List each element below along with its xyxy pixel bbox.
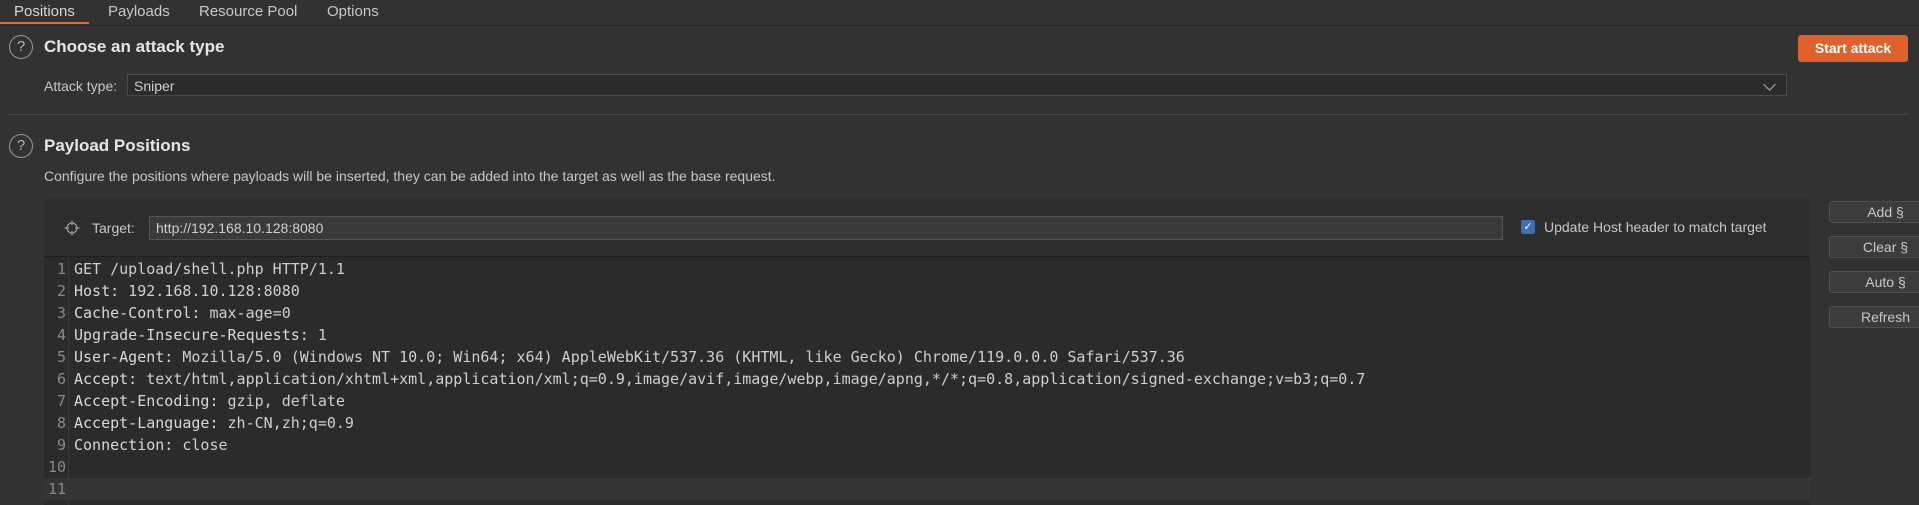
- update-host-label[interactable]: Update Host header to match target: [1544, 219, 1767, 235]
- header-value: close: [173, 436, 228, 454]
- section-divider: [8, 114, 1908, 115]
- header-value: gzip, deflate: [218, 392, 345, 410]
- auto-markers-button[interactable]: Auto §: [1829, 271, 1919, 293]
- payload-positions-description: Configure the positions where payloads w…: [44, 168, 776, 184]
- line-number: 5: [56, 348, 66, 366]
- start-attack-button[interactable]: Start attack: [1798, 35, 1908, 62]
- request-line: 5 User-Agent: Mozilla/5.0 (Windows NT 10.…: [44, 346, 1810, 368]
- header-name: Connection:: [74, 436, 174, 454]
- header-name: Upgrade-Insecure-Requests:: [74, 326, 309, 344]
- header-name: Accept-Language:: [74, 414, 219, 432]
- refresh-button[interactable]: Refresh: [1829, 306, 1919, 328]
- header-name: User-Agent:: [74, 348, 174, 366]
- line-number: 11: [47, 480, 66, 498]
- header-value: max-age=0: [200, 304, 291, 322]
- header-name: Accept-Encoding:: [74, 392, 219, 410]
- tab-resource-pool[interactable]: Resource Pool: [185, 0, 311, 24]
- payload-positions-title: Payload Positions: [44, 136, 191, 155]
- target-input[interactable]: http://192.168.10.128:8080: [149, 216, 1503, 240]
- crosshair-icon: [64, 220, 80, 236]
- request-line-text: Accept-Language: zh-CN,zh;q=0.9: [74, 412, 354, 434]
- request-editor[interactable]: 1 GET /upload/shell.php HTTP/1.1 2 Host: 19…: [44, 258, 1810, 505]
- line-number: 7: [56, 392, 66, 410]
- request-line: 10: [44, 456, 1810, 478]
- request-line-text: Upgrade-Insecure-Requests: 1: [74, 324, 327, 346]
- header-value: GET /upload/shell.php HTTP/1.1: [74, 260, 345, 278]
- request-line-text: Host: 192.168.10.128:8080: [74, 280, 300, 302]
- line-number: 8: [56, 414, 66, 432]
- add-marker-button[interactable]: Add §: [1829, 201, 1919, 223]
- request-line: 4 Upgrade-Insecure-Requests: 1: [44, 324, 1810, 346]
- header-value: text/html,application/xhtml+xml,applicat…: [137, 370, 1366, 388]
- help-icon[interactable]: ?: [9, 134, 33, 158]
- attack-type-value: Sniper: [134, 78, 175, 94]
- attack-type-select[interactable]: Sniper: [127, 74, 1787, 96]
- header-value: 1: [308, 326, 327, 344]
- line-number: 2: [56, 282, 66, 300]
- attack-type-title: Choose an attack type: [44, 37, 225, 56]
- header-name: Accept:: [74, 370, 138, 388]
- request-line: 8 Accept-Language: zh-CN,zh;q=0.9: [44, 412, 1810, 434]
- request-line-text: Cache-Control: max-age=0: [74, 302, 291, 324]
- request-line-text: User-Agent: Mozilla/5.0 (Windows NT 10.0…: [74, 346, 1185, 368]
- line-number: 1: [56, 260, 66, 278]
- request-line: 7 Accept-Encoding: gzip, deflate: [44, 390, 1810, 412]
- request-line-text: Accept-Encoding: gzip, deflate: [74, 390, 345, 412]
- request-line-text: Connection: close: [74, 434, 228, 456]
- update-host-checkbox[interactable]: ✓: [1521, 220, 1535, 234]
- clear-markers-button[interactable]: Clear §: [1829, 236, 1919, 258]
- request-line-text: GET /upload/shell.php HTTP/1.1: [74, 258, 345, 280]
- tab-options[interactable]: Options: [313, 0, 393, 24]
- header-value: 192.168.10.128:8080: [119, 282, 300, 300]
- tab-payloads[interactable]: Payloads: [94, 0, 184, 24]
- tab-bar: Positions Payloads Resource Pool Options: [0, 0, 1919, 26]
- target-label: Target:: [92, 220, 135, 236]
- request-line: 9 Connection: close: [44, 434, 1810, 456]
- tab-positions[interactable]: Positions: [0, 0, 89, 24]
- request-line: 6 Accept: text/html,application/xhtml+xml…: [44, 368, 1810, 390]
- header-name: Cache-Control:: [74, 304, 201, 322]
- help-icon[interactable]: ?: [9, 35, 33, 59]
- header-name: Host:: [74, 282, 120, 300]
- attack-type-label: Attack type:: [44, 78, 118, 94]
- header-value: zh-CN,zh;q=0.9: [218, 414, 354, 432]
- request-line: 1 GET /upload/shell.php HTTP/1.1: [44, 258, 1810, 280]
- request-line: 11: [44, 478, 1810, 500]
- header-value: Mozilla/5.0 (Windows NT 10.0; Win64; x64…: [173, 348, 1185, 366]
- line-number: 10: [47, 458, 66, 476]
- request-line: 3 Cache-Control: max-age=0: [44, 302, 1810, 324]
- line-number: 6: [56, 370, 66, 388]
- line-number: 3: [56, 304, 66, 322]
- line-number: 9: [56, 436, 66, 454]
- request-line-text: Accept: text/html,application/xhtml+xml,…: [74, 368, 1365, 390]
- line-number: 4: [56, 326, 66, 344]
- request-line: 2 Host: 192.168.10.128:8080: [44, 280, 1810, 302]
- chevron-down-icon: [1763, 78, 1776, 91]
